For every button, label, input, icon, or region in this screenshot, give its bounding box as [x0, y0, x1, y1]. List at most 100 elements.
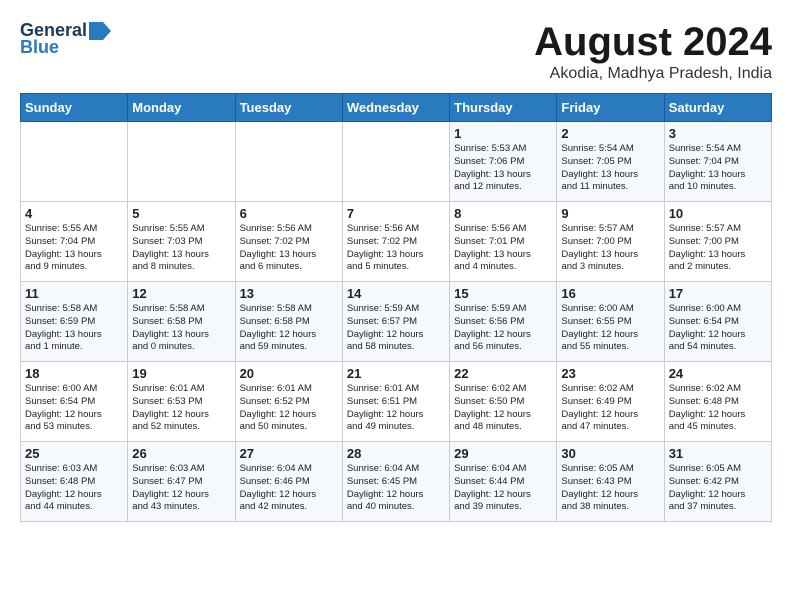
- day-number: 7: [347, 206, 445, 221]
- calendar-cell: 17 Sunrise: 6:00 AMSunset: 6:54 PMDayligh…: [664, 282, 771, 362]
- day-number: 26: [132, 446, 230, 461]
- day-info: Sunrise: 6:05 AMSunset: 6:43 PMDaylight:…: [561, 463, 659, 514]
- day-number: 14: [347, 286, 445, 301]
- header-thursday: Thursday: [450, 94, 557, 122]
- logo: General Blue: [20, 20, 111, 58]
- weekday-header-row: Sunday Monday Tuesday Wednesday Thursday…: [21, 94, 772, 122]
- day-info: Sunrise: 6:01 AMSunset: 6:52 PMDaylight:…: [240, 383, 338, 434]
- calendar-cell: 9 Sunrise: 5:57 AMSunset: 7:00 PMDaylight…: [557, 202, 664, 282]
- day-info: Sunrise: 5:59 AMSunset: 6:56 PMDaylight:…: [454, 303, 552, 354]
- calendar-cell: 2 Sunrise: 5:54 AMSunset: 7:05 PMDaylight…: [557, 122, 664, 202]
- title-area: August 2024 Akodia, Madhya Pradesh, Indi…: [534, 20, 772, 83]
- day-number: 24: [669, 366, 767, 381]
- logo-blue: Blue: [20, 37, 59, 58]
- day-info: Sunrise: 6:00 AMSunset: 6:54 PMDaylight:…: [25, 383, 123, 434]
- calendar-week-1: 1 Sunrise: 5:53 AMSunset: 7:06 PMDaylight…: [21, 122, 772, 202]
- day-info: Sunrise: 6:04 AMSunset: 6:46 PMDaylight:…: [240, 463, 338, 514]
- calendar-cell: 19 Sunrise: 6:01 AMSunset: 6:53 PMDayligh…: [128, 362, 235, 442]
- day-info: Sunrise: 6:03 AMSunset: 6:47 PMDaylight:…: [132, 463, 230, 514]
- header-tuesday: Tuesday: [235, 94, 342, 122]
- day-info: Sunrise: 6:01 AMSunset: 6:51 PMDaylight:…: [347, 383, 445, 434]
- calendar-cell: 20Sunrise: 6:01 AMSunset: 6:52 PMDayligh…: [235, 362, 342, 442]
- day-number: 22: [454, 366, 552, 381]
- calendar-cell: [128, 122, 235, 202]
- logo-icon: [89, 22, 111, 40]
- day-number: 9: [561, 206, 659, 221]
- day-info: Sunrise: 5:54 AMSunset: 7:04 PMDaylight:…: [669, 143, 767, 194]
- calendar-cell: 30 Sunrise: 6:05 AMSunset: 6:43 PMDayligh…: [557, 442, 664, 522]
- day-info: Sunrise: 5:56 AMSunset: 7:02 PMDaylight:…: [240, 223, 338, 274]
- day-number: 12: [132, 286, 230, 301]
- day-number: 1: [454, 126, 552, 141]
- day-info: Sunrise: 5:58 AMSunset: 6:58 PMDaylight:…: [240, 303, 338, 354]
- day-number: 25: [25, 446, 123, 461]
- calendar-table: Sunday Monday Tuesday Wednesday Thursday…: [20, 93, 772, 522]
- day-info: Sunrise: 6:04 AMSunset: 6:45 PMDaylight:…: [347, 463, 445, 514]
- calendar-cell: 29Sunrise: 6:04 AMSunset: 6:44 PMDayligh…: [450, 442, 557, 522]
- day-info: Sunrise: 6:00 AMSunset: 6:54 PMDaylight:…: [669, 303, 767, 354]
- day-info: Sunrise: 5:57 AMSunset: 7:00 PMDaylight:…: [561, 223, 659, 274]
- calendar-cell: 14 Sunrise: 5:59 AMSunset: 6:57 PMDayligh…: [342, 282, 449, 362]
- calendar-cell: 5Sunrise: 5:55 AMSunset: 7:03 PMDaylight…: [128, 202, 235, 282]
- page: General Blue August 2024 Akodia, Madhya …: [0, 0, 792, 542]
- day-info: Sunrise: 6:02 AMSunset: 6:49 PMDaylight:…: [561, 383, 659, 434]
- day-info: Sunrise: 6:02 AMSunset: 6:50 PMDaylight:…: [454, 383, 552, 434]
- header: General Blue August 2024 Akodia, Madhya …: [20, 20, 772, 83]
- day-number: 4: [25, 206, 123, 221]
- calendar-cell: 22 Sunrise: 6:02 AMSunset: 6:50 PMDayligh…: [450, 362, 557, 442]
- day-number: 2: [561, 126, 659, 141]
- calendar-cell: 13Sunrise: 5:58 AMSunset: 6:58 PMDayligh…: [235, 282, 342, 362]
- calendar-cell: 28Sunrise: 6:04 AMSunset: 6:45 PMDayligh…: [342, 442, 449, 522]
- day-number: 17: [669, 286, 767, 301]
- day-number: 3: [669, 126, 767, 141]
- calendar-cell: 21Sunrise: 6:01 AMSunset: 6:51 PMDayligh…: [342, 362, 449, 442]
- day-number: 6: [240, 206, 338, 221]
- calendar-cell: 31Sunrise: 6:05 AMSunset: 6:42 PMDayligh…: [664, 442, 771, 522]
- calendar-cell: 25 Sunrise: 6:03 AMSunset: 6:48 PMDayligh…: [21, 442, 128, 522]
- header-wednesday: Wednesday: [342, 94, 449, 122]
- day-info: Sunrise: 5:56 AMSunset: 7:01 PMDaylight:…: [454, 223, 552, 274]
- day-number: 30: [561, 446, 659, 461]
- calendar-cell: 11 Sunrise: 5:58 AMSunset: 6:59 PMDayligh…: [21, 282, 128, 362]
- day-info: Sunrise: 5:55 AMSunset: 7:04 PMDaylight:…: [25, 223, 123, 274]
- day-number: 19: [132, 366, 230, 381]
- calendar-cell: 15 Sunrise: 5:59 AMSunset: 6:56 PMDayligh…: [450, 282, 557, 362]
- calendar-week-2: 4 Sunrise: 5:55 AMSunset: 7:04 PMDaylight…: [21, 202, 772, 282]
- header-friday: Friday: [557, 94, 664, 122]
- day-number: 15: [454, 286, 552, 301]
- location: Akodia, Madhya Pradesh, India: [534, 65, 772, 83]
- calendar-cell: 12Sunrise: 5:58 AMSunset: 6:58 PMDayligh…: [128, 282, 235, 362]
- day-info: Sunrise: 5:58 AMSunset: 6:59 PMDaylight:…: [25, 303, 123, 354]
- calendar-cell: 23Sunrise: 6:02 AMSunset: 6:49 PMDayligh…: [557, 362, 664, 442]
- calendar-cell: 3 Sunrise: 5:54 AMSunset: 7:04 PMDaylight…: [664, 122, 771, 202]
- day-info: Sunrise: 6:03 AMSunset: 6:48 PMDaylight:…: [25, 463, 123, 514]
- header-saturday: Saturday: [664, 94, 771, 122]
- day-info: Sunrise: 6:01 AMSunset: 6:53 PMDaylight:…: [132, 383, 230, 434]
- day-number: 18: [25, 366, 123, 381]
- header-monday: Monday: [128, 94, 235, 122]
- day-number: 10: [669, 206, 767, 221]
- calendar-cell: 16Sunrise: 6:00 AMSunset: 6:55 PMDayligh…: [557, 282, 664, 362]
- day-info: Sunrise: 5:57 AMSunset: 7:00 PMDaylight:…: [669, 223, 767, 274]
- day-info: Sunrise: 6:02 AMSunset: 6:48 PMDaylight:…: [669, 383, 767, 434]
- day-info: Sunrise: 5:59 AMSunset: 6:57 PMDaylight:…: [347, 303, 445, 354]
- day-info: Sunrise: 6:00 AMSunset: 6:55 PMDaylight:…: [561, 303, 659, 354]
- day-info: Sunrise: 5:54 AMSunset: 7:05 PMDaylight:…: [561, 143, 659, 194]
- calendar-cell: 24 Sunrise: 6:02 AMSunset: 6:48 PMDayligh…: [664, 362, 771, 442]
- calendar-week-3: 11 Sunrise: 5:58 AMSunset: 6:59 PMDayligh…: [21, 282, 772, 362]
- day-number: 8: [454, 206, 552, 221]
- calendar-cell: 26 Sunrise: 6:03 AMSunset: 6:47 PMDayligh…: [128, 442, 235, 522]
- calendar-cell: 10 Sunrise: 5:57 AMSunset: 7:00 PMDayligh…: [664, 202, 771, 282]
- day-number: 11: [25, 286, 123, 301]
- calendar-week-5: 25 Sunrise: 6:03 AMSunset: 6:48 PMDayligh…: [21, 442, 772, 522]
- day-info: Sunrise: 6:05 AMSunset: 6:42 PMDaylight:…: [669, 463, 767, 514]
- calendar-cell: [235, 122, 342, 202]
- day-number: 29: [454, 446, 552, 461]
- calendar-cell: 18 Sunrise: 6:00 AMSunset: 6:54 PMDayligh…: [21, 362, 128, 442]
- calendar-cell: [342, 122, 449, 202]
- day-info: Sunrise: 5:55 AMSunset: 7:03 PMDaylight:…: [132, 223, 230, 274]
- day-info: Sunrise: 5:53 AMSunset: 7:06 PMDaylight:…: [454, 143, 552, 194]
- calendar-cell: 4 Sunrise: 5:55 AMSunset: 7:04 PMDaylight…: [21, 202, 128, 282]
- header-sunday: Sunday: [21, 94, 128, 122]
- calendar-cell: 8 Sunrise: 5:56 AMSunset: 7:01 PMDaylight…: [450, 202, 557, 282]
